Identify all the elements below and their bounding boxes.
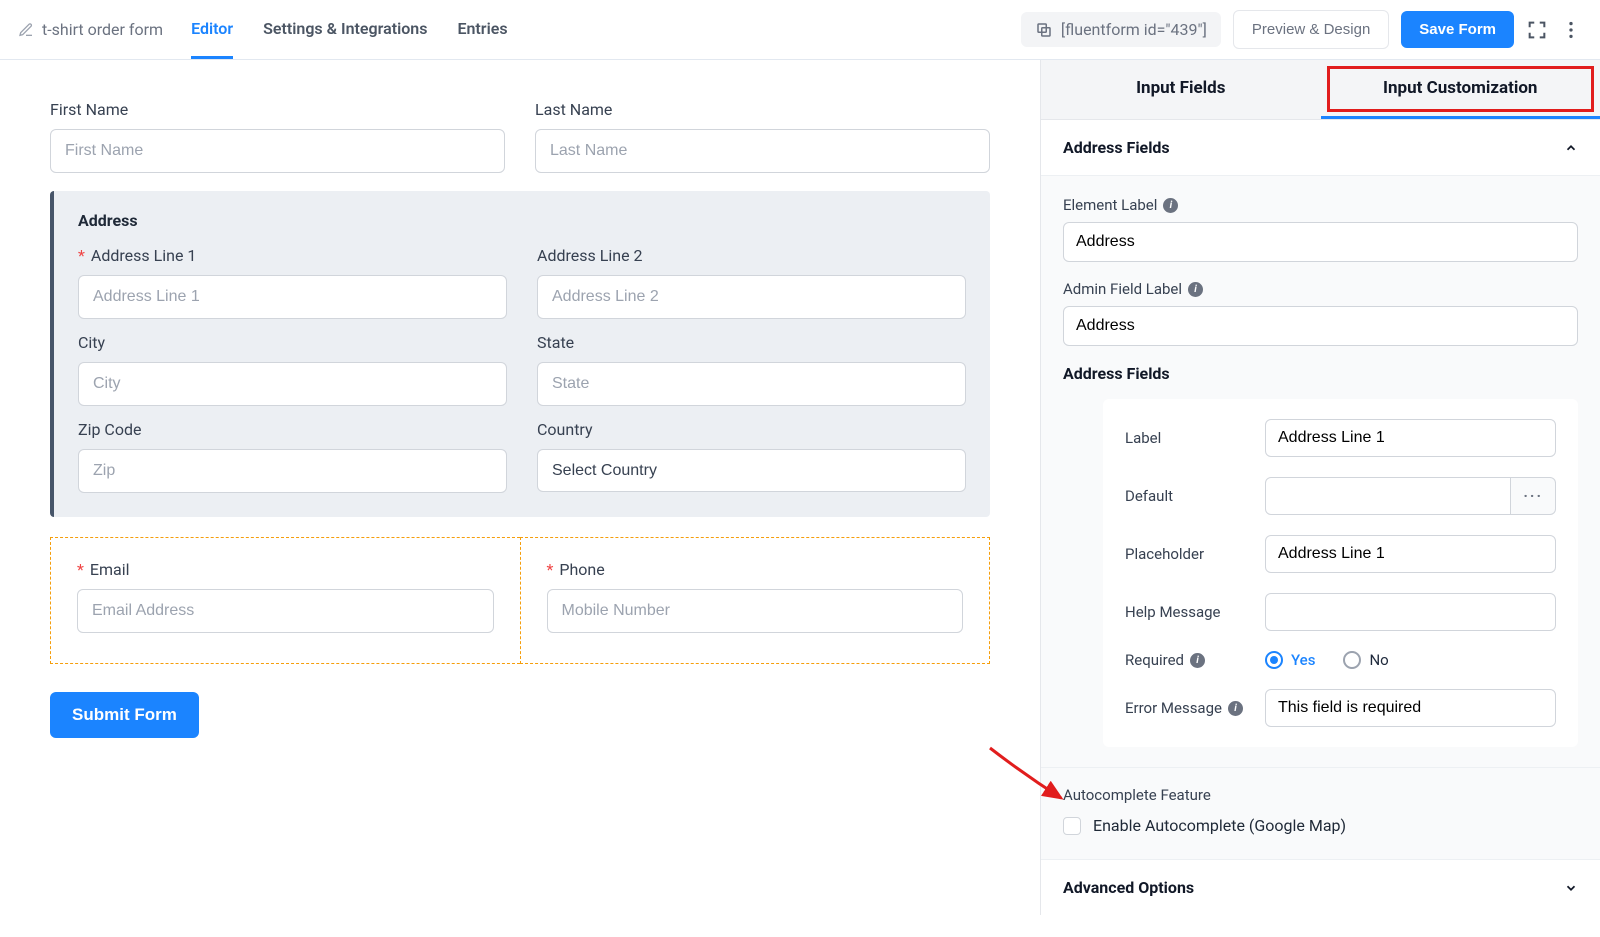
tab-entries[interactable]: Entries [457, 0, 507, 59]
settings-panel: Address Fields Element Label i Admin Fie… [1041, 120, 1600, 915]
submit-form-button[interactable]: Submit Form [50, 692, 199, 738]
country-label: Country [537, 420, 966, 439]
first-name-label: First Name [50, 100, 505, 119]
required-star: * [547, 560, 554, 579]
card-label-label: Label [1125, 429, 1265, 447]
card-label-input[interactable] [1265, 419, 1556, 457]
element-label-label: Element Label i [1063, 196, 1578, 214]
copy-icon [1035, 21, 1053, 39]
phone-label: *Phone [547, 560, 964, 579]
autocomplete-checkbox-label: Enable Autocomplete (Google Map) [1093, 816, 1346, 835]
state-input[interactable] [537, 362, 966, 406]
panel-header-address-fields[interactable]: Address Fields [1041, 120, 1600, 176]
tab-editor[interactable]: Editor [191, 0, 233, 59]
address-field-card: Label Default ··· Placeholder [1103, 399, 1578, 747]
phone-input[interactable] [547, 589, 964, 633]
email-input[interactable] [77, 589, 494, 633]
sidebar: Input Fields Input Customization Address… [1040, 60, 1600, 915]
info-icon[interactable]: i [1188, 282, 1203, 297]
card-error-label: Error Message i [1125, 699, 1265, 717]
admin-field-label-input[interactable] [1063, 306, 1578, 346]
tab-input-fields[interactable]: Input Fields [1041, 60, 1321, 119]
city-input[interactable] [78, 362, 507, 406]
default-value-picker-button[interactable]: ··· [1511, 477, 1556, 515]
card-placeholder-input[interactable] [1265, 535, 1556, 573]
shortcode-text: [fluentform id="439"] [1061, 20, 1207, 39]
shortcode-box[interactable]: [fluentform id="439"] [1021, 12, 1221, 47]
card-help-input[interactable] [1265, 593, 1556, 631]
zip-input[interactable] [78, 449, 507, 493]
card-placeholder-label: Placeholder [1125, 545, 1265, 563]
admin-field-label-label: Admin Field Label i [1063, 280, 1578, 298]
fullscreen-icon[interactable] [1526, 19, 1548, 41]
address-line1-label: *Address Line 1 [78, 246, 507, 265]
card-help-label: Help Message [1125, 603, 1265, 621]
required-star: * [78, 246, 85, 265]
card-default-label: Default [1125, 487, 1265, 505]
autocomplete-title: Autocomplete Feature [1063, 786, 1578, 804]
required-yes-radio[interactable]: Yes [1265, 651, 1315, 669]
autocomplete-section: Autocomplete Feature Enable Autocomplete… [1041, 767, 1600, 859]
element-label-input[interactable] [1063, 222, 1578, 262]
info-icon[interactable]: i [1190, 653, 1205, 668]
card-error-input[interactable] [1265, 689, 1556, 727]
autocomplete-checkbox[interactable] [1063, 817, 1081, 835]
address-title: Address [78, 211, 966, 230]
last-name-input[interactable] [535, 129, 990, 173]
address-line2-label: Address Line 2 [537, 246, 966, 265]
last-name-label: Last Name [535, 100, 990, 119]
preview-design-button[interactable]: Preview & Design [1233, 10, 1389, 49]
card-required-label: Required i [1125, 651, 1265, 669]
country-select[interactable]: Select Country [537, 449, 966, 492]
topnav: Editor Settings & Integrations Entries [191, 0, 507, 59]
address-line1-input[interactable] [78, 275, 507, 319]
required-no-radio[interactable]: No [1343, 651, 1388, 669]
save-form-button[interactable]: Save Form [1401, 11, 1514, 48]
topbar: t-shirt order form Editor Settings & Int… [0, 0, 1600, 60]
required-star: * [77, 560, 84, 579]
chevron-up-icon [1564, 141, 1578, 155]
form-canvas: First Name Last Name Address *Address Li… [0, 60, 1040, 915]
topbar-right: [fluentform id="439"] Preview & Design S… [1021, 10, 1582, 49]
address-fields-subsection: Address Fields [1063, 364, 1578, 383]
address-block[interactable]: Address *Address Line 1 Address Line 2 C… [50, 191, 990, 517]
tab-settings[interactable]: Settings & Integrations [263, 0, 427, 59]
city-label: City [78, 333, 507, 352]
form-title: t-shirt order form [42, 20, 163, 39]
zip-label: Zip Code [78, 420, 507, 439]
more-menu-icon[interactable] [1560, 19, 1582, 41]
first-name-input[interactable] [50, 129, 505, 173]
info-icon[interactable]: i [1163, 198, 1178, 213]
pencil-icon [18, 22, 34, 38]
email-phone-row: *Email *Phone [50, 537, 990, 664]
layout: First Name Last Name Address *Address Li… [0, 60, 1600, 915]
address-line2-input[interactable] [537, 275, 966, 319]
info-icon[interactable]: i [1228, 701, 1243, 716]
sidebar-tabs: Input Fields Input Customization [1041, 60, 1600, 120]
chevron-down-icon [1564, 881, 1578, 895]
tab-input-customization[interactable]: Input Customization [1321, 60, 1600, 119]
email-label: *Email [77, 560, 494, 579]
card-default-input[interactable] [1265, 477, 1511, 515]
form-title-wrap[interactable]: t-shirt order form [18, 20, 163, 39]
advanced-options-header[interactable]: Advanced Options [1041, 859, 1600, 915]
state-label: State [537, 333, 966, 352]
